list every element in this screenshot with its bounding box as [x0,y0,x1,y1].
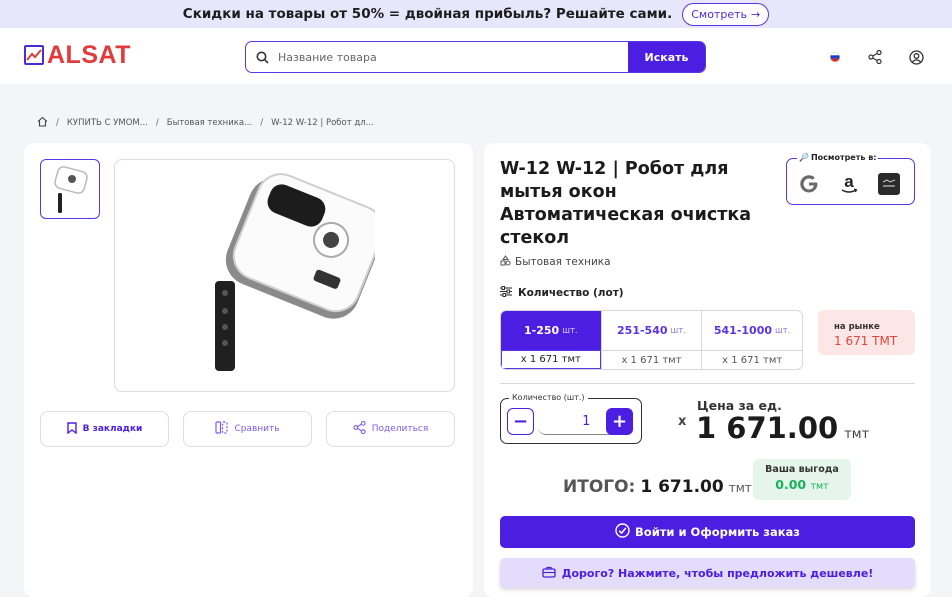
promo-banner: Скидки на товары от 50% = двойная прибыл… [0,0,952,28]
product-category[interactable]: Бытовая техника [500,255,611,269]
quantity-tiers: 1-250 шт. x 1 671 тмт 251-540 шт. x 1 671 … [500,310,803,370]
market-value: 1 671 ТМТ [834,334,898,348]
benefit-value: 0.00 тмт [775,477,829,492]
tier-option[interactable]: 541-1000 шт. x 1 671 тмт [702,311,802,369]
share-label: Поделиться [371,424,429,434]
breadcrumb-separator: / [155,118,159,128]
tier-option[interactable]: 251-540 шт. x 1 671 тмт [601,311,703,369]
search-bar: Искать [245,41,706,73]
share-icon [353,420,366,437]
category-icon [500,255,511,269]
breadcrumb: / КУПИТЬ С УМОМ... / Бытовая техника... … [37,116,374,130]
google-icon[interactable] [797,172,821,196]
tier-range: 1-250 шт. [501,311,601,351]
tier-price: x 1 671 тмт [501,350,601,369]
promo-view-button[interactable]: Смотреть → [682,2,770,26]
quantity-heading-label: Количество (лот) [518,287,624,299]
order-label: Войти и Оформить заказ [635,525,800,539]
multiply-sign: x [678,414,687,429]
total-currency: тмт [728,481,752,495]
search-icon [246,42,278,72]
sliders-icon [500,286,512,300]
total-value: 1 671.00 [640,477,724,497]
search-input[interactable] [278,42,628,72]
gallery-card: В закладки Сравнить Поделиться [24,143,473,597]
home-icon[interactable] [37,116,48,130]
breadcrumb-separator: / [260,118,264,128]
bookmark-icon [66,421,77,437]
divider [500,383,915,384]
compare-button[interactable]: Сравнить [183,411,312,447]
briefcase-icon [542,566,556,581]
quantity-heading: Количество (лот) [500,286,624,300]
tier-option[interactable]: 1-250 шт. x 1 671 тмт [501,311,602,369]
unit-price-currency: тмт [844,427,870,442]
logo-text: ALSAT [47,41,131,69]
share-button[interactable]: Поделиться [326,411,455,447]
svg-text:a: a [844,173,854,191]
increment-button[interactable]: + [606,408,633,435]
site-header: ALSAT Искать [0,28,952,84]
market-label: на рынке [834,322,880,332]
look-in-label-wrap: 🔎 Посмотреть в: [797,153,879,162]
total: ИТОГО: 1 671.00 тмт [563,477,752,497]
compare-icon [215,421,229,437]
breadcrumb-separator: / [56,118,59,128]
decrement-button[interactable]: − [507,408,534,435]
share-icon[interactable] [866,48,884,66]
search-button[interactable]: Искать [628,42,705,72]
total-label: ИТОГО: [563,477,636,497]
benefit-badge: Ваша выгода 0.00 тмт [753,459,851,500]
tier-price: x 1 671 тмт [601,350,702,369]
logo-chart-icon [24,45,44,65]
promo-text: Скидки на товары от 50% = двойная прибыл… [182,6,673,22]
product-title: W-12 W-12 | Робот для мытья окон Автомат… [500,159,752,248]
tier-price: x 1 671 тмт [702,350,802,369]
flag-icon[interactable] [826,48,844,66]
amazon-icon[interactable]: a [837,172,861,196]
product-image[interactable] [114,159,455,392]
breadcrumb-item-current: W-12 W-12 | Робот дл... [271,118,374,128]
arrow-right-icon: → [750,7,761,21]
unit-price: 1 671.00 тмт [696,411,869,445]
bookmark-label: В закладки [82,424,143,434]
stepper-label: Количество (шт.) [509,393,588,402]
marketplace-icon[interactable] [877,172,901,196]
market-price-badge: на рынке 1 671 ТМТ [818,310,915,355]
offer-cheaper-button[interactable]: Дорого? Нажмите, чтобы предложить дешевл… [500,558,915,588]
cheaper-label: Дорого? Нажмите, чтобы предложить дешевл… [561,566,874,580]
unit-price-value: 1 671.00 [696,411,839,445]
breadcrumb-item[interactable]: КУПИТЬ С УМОМ... [67,118,148,128]
check-circle-icon [615,523,630,541]
breadcrumb-item[interactable]: Бытовая техника... [167,118,252,128]
product-info-card: W-12 W-12 | Робот для мытья окон Автомат… [484,143,931,597]
bookmark-button[interactable]: В закладки [40,411,169,447]
benefit-label: Ваша выгода [765,464,839,475]
user-icon[interactable] [907,48,925,66]
tier-range: 251-540 шт. [617,324,686,338]
login-and-order-button[interactable]: Войти и Оформить заказ [500,516,915,548]
quantity-stepper: Количество (шт.) − 1 + [500,393,642,444]
category-label: Бытовая техника [515,256,611,268]
look-in-label: Посмотреть в: [810,153,877,162]
logo[interactable]: ALSAT [24,42,131,68]
compare-label: Сравнить [234,424,280,434]
promo-view-label: Смотреть [691,7,747,21]
product-thumbnail[interactable] [40,159,100,219]
magnifier-icon: 🔎 [799,153,809,162]
tier-range: 541-1000 шт. [713,324,791,338]
look-in-box: 🔎 Посмотреть в: a [786,153,915,205]
